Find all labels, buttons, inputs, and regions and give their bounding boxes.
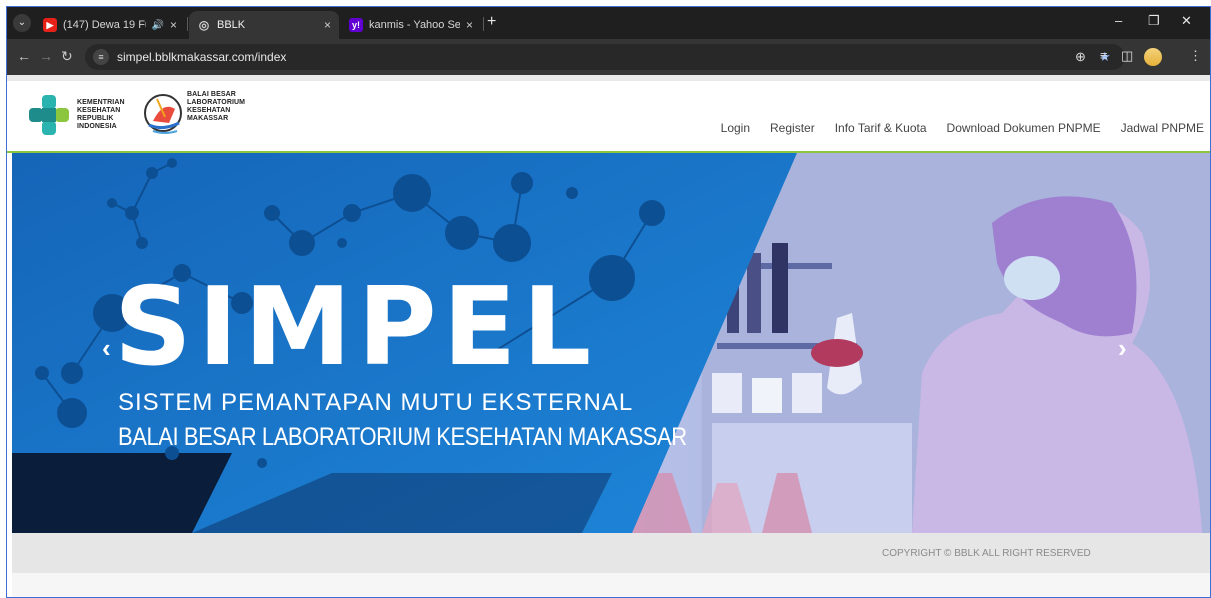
site-footer: COPYRIGHT © BBLK ALL RIGHT RESERVED (12, 533, 1210, 573)
close-tab-icon[interactable]: × (324, 18, 331, 32)
hero-title: SIMPEL (114, 265, 598, 390)
tab-strip: ⌄ ▶ (147) Dewa 19 Full Album T 🔊 × ◎ BBL… (7, 7, 1210, 39)
kemenkes-logo-text: KEMENTRIAN KESEHATAN REPUBLIK INDONESIA (77, 99, 125, 130)
hero-subtitle-2: BALAI BESAR LABORATORIUM KESEHATAN MAKAS… (118, 423, 687, 451)
tab-yahoo[interactable]: y! kanmis - Yahoo Search Results × (341, 11, 481, 39)
zoom-icon[interactable]: ⊕ (1075, 49, 1086, 65)
carousel-prev-icon[interactable]: ‹ (102, 333, 111, 364)
tab-title: kanmis - Yahoo Search Results (369, 19, 460, 31)
reading-list-icon[interactable]: ≡ (1100, 48, 1108, 63)
browser-toolbar: ← → ↻ ≡ simpel.bblkmakassar.com/index ⊕ … (7, 39, 1210, 75)
copyright-text: COPYRIGHT © BBLK ALL RIGHT RESERVED (882, 548, 1091, 559)
footer-bottom-bar (12, 573, 1210, 597)
audio-icon[interactable]: 🔊 (152, 20, 164, 31)
tab-search-button[interactable]: ⌄ (13, 14, 31, 32)
youtube-icon: ▶ (43, 18, 57, 32)
site-header: KEMENTRIAN KESEHATAN REPUBLIK INDONESIA … (7, 81, 1210, 151)
reload-icon[interactable]: ↻ (61, 48, 73, 65)
site-info-icon[interactable]: ≡ (93, 49, 109, 65)
tab-separator (187, 17, 188, 31)
close-tab-icon[interactable]: × (466, 18, 473, 32)
kemenkes-logo[interactable] (27, 93, 71, 137)
main-nav: Login Register Info Tarif & Kuota Downlo… (721, 121, 1204, 135)
profile-avatar[interactable] (1144, 48, 1162, 66)
back-icon[interactable]: ← (17, 48, 31, 64)
nav-register[interactable]: Register (770, 121, 815, 135)
tab-title: (147) Dewa 19 Full Album T (63, 19, 146, 31)
hero-subtitle: SISTEM PEMANTAPAN MUTU EKSTERNAL (118, 389, 634, 416)
browser-window: ⌄ ▶ (147) Dewa 19 Full Album T 🔊 × ◎ BBL… (6, 6, 1211, 598)
globe-icon: ◎ (198, 18, 210, 32)
tab-youtube[interactable]: ▶ (147) Dewa 19 Full Album T 🔊 × (35, 11, 185, 39)
yahoo-icon: y! (349, 18, 363, 32)
nav-info-tarif[interactable]: Info Tarif & Kuota (835, 121, 927, 135)
url-text[interactable]: simpel.bblkmakassar.com/index (117, 50, 286, 64)
tab-title: BBLK (217, 19, 246, 31)
nav-jadwal[interactable]: Jadwal PNPME (1121, 121, 1204, 135)
close-tab-icon[interactable]: × (170, 18, 177, 32)
nav-login[interactable]: Login (721, 121, 750, 135)
new-tab-button[interactable]: + (487, 13, 496, 31)
nav-download-dokumen[interactable]: Download Dokumen PNPME (947, 121, 1101, 135)
bblk-logo[interactable] (143, 91, 185, 137)
hero-carousel: SIMPEL SISTEM PEMANTAPAN MUTU EKSTERNAL … (12, 153, 1210, 533)
menu-icon[interactable]: ⋮ (1189, 48, 1202, 64)
bblk-logo-text: BALAI BESAR LABORATORIUM KESEHATAN MAKAS… (187, 91, 246, 122)
tab-bblk[interactable]: ◎ BBLK × (189, 11, 339, 39)
side-panel-icon[interactable]: ◫ (1121, 48, 1133, 64)
restore-icon[interactable]: ❐ (1148, 13, 1160, 29)
address-bar[interactable]: ≡ simpel.bblkmakassar.com/index ⊕ ★ (85, 44, 1125, 70)
tab-separator (483, 17, 484, 31)
forward-icon[interactable]: → (39, 48, 53, 64)
minimize-icon[interactable]: – (1115, 13, 1122, 28)
carousel-next-icon[interactable]: › (1118, 333, 1127, 364)
close-window-icon[interactable]: ✕ (1181, 13, 1192, 29)
